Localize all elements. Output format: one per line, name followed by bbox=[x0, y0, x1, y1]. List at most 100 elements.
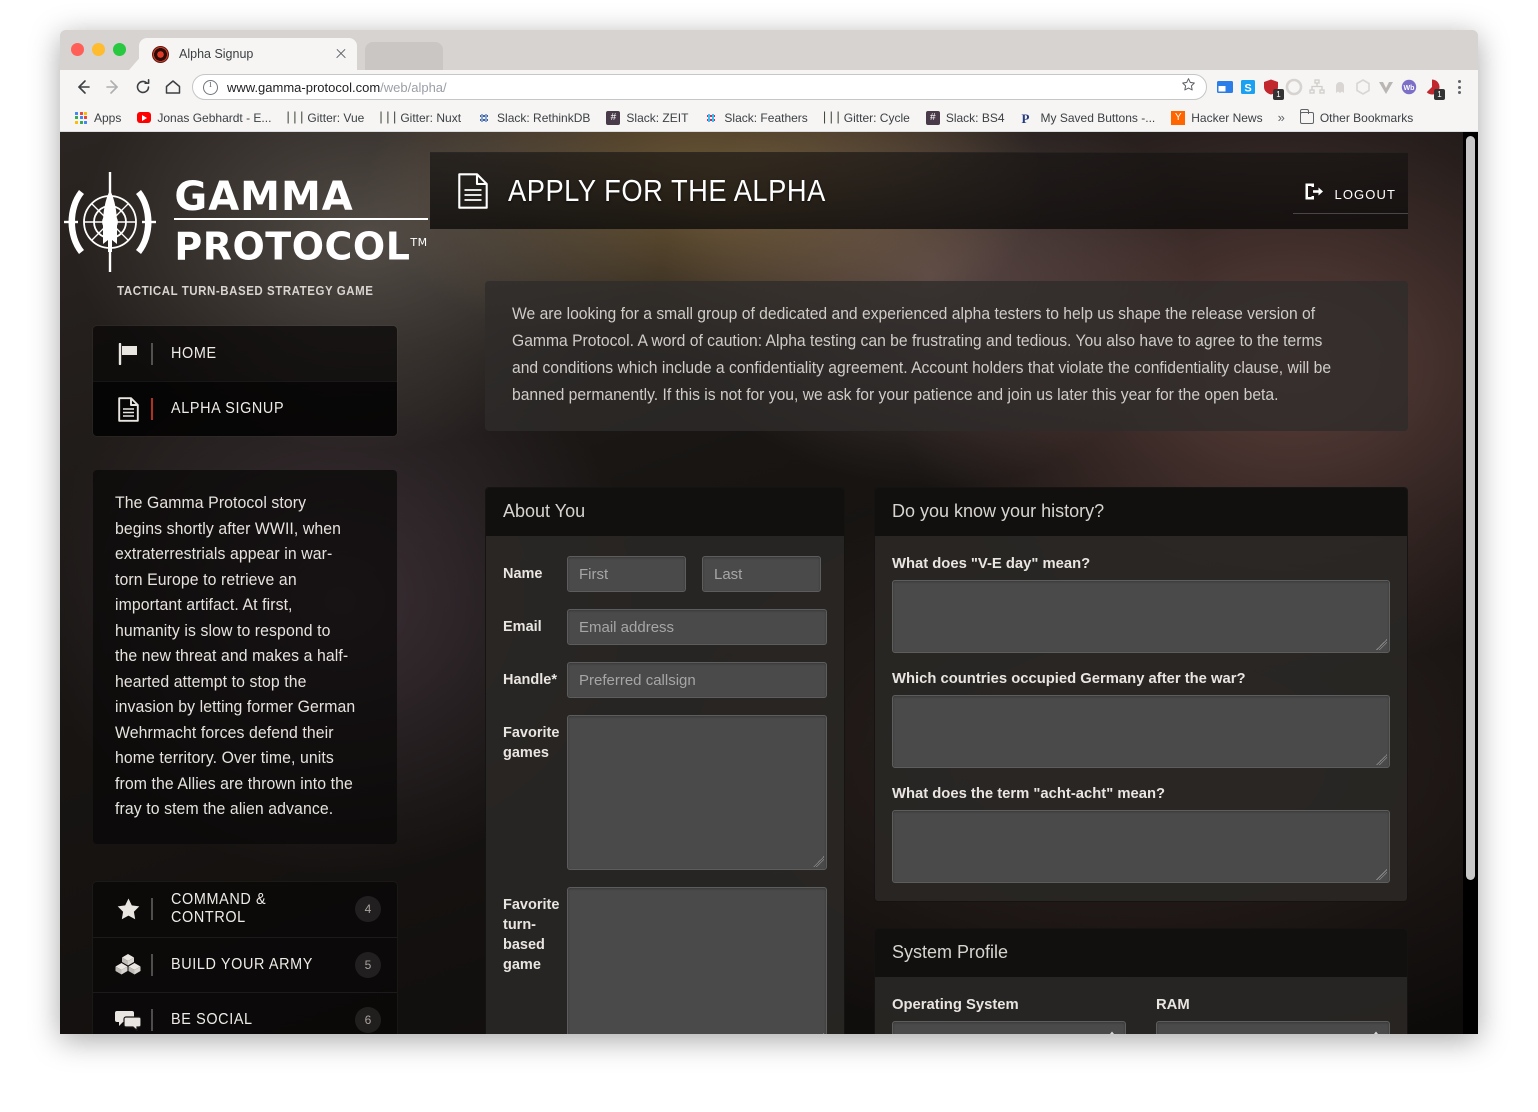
operating-system-select[interactable] bbox=[892, 1021, 1126, 1034]
about-you-panel: About You Name E bbox=[485, 487, 845, 1034]
bookmark-label: Other Bookmarks bbox=[1319, 110, 1414, 125]
sidebar-item-label: HOME bbox=[171, 344, 217, 362]
logout-button[interactable]: LOGOUT bbox=[1292, 177, 1408, 214]
name-row: Name bbox=[503, 556, 827, 592]
favorite-games-label: Favorite games bbox=[503, 725, 560, 761]
extension-hexagon-icon[interactable] bbox=[1353, 77, 1373, 97]
bookmark-my-saved-buttons[interactable]: P My Saved Buttons -... bbox=[1013, 107, 1164, 129]
reload-button[interactable] bbox=[128, 73, 158, 101]
sidebar-item-command-control[interactable]: COMMAND & CONTROL 4 bbox=[93, 882, 397, 937]
bookmark-other-bookmarks[interactable]: Other Bookmarks bbox=[1292, 107, 1421, 129]
operating-system-label: Operating System bbox=[892, 997, 1019, 1013]
bookmark-label: Gitter: Cycle bbox=[843, 110, 910, 125]
extension-ghost-icon[interactable] bbox=[1330, 77, 1350, 97]
browser-menu-button[interactable] bbox=[1448, 75, 1470, 99]
slack-icon bbox=[704, 111, 718, 125]
page-title: APPLY FOR THE ALPHA bbox=[508, 173, 826, 208]
page-scrollbar[interactable] bbox=[1463, 132, 1478, 1034]
history-answer-2-textarea[interactable] bbox=[892, 695, 1390, 768]
slack-icon bbox=[477, 111, 491, 125]
close-window-button[interactable] bbox=[71, 43, 84, 56]
extension-wb-icon[interactable]: Wb bbox=[1399, 77, 1419, 97]
extension-badge-count-2: 1 bbox=[1434, 89, 1445, 100]
gitter-icon: ||| bbox=[284, 110, 305, 125]
paypal-icon: P bbox=[1021, 110, 1030, 126]
ram-select[interactable] bbox=[1156, 1021, 1390, 1034]
sidebar-item-be-social[interactable]: BE SOCIAL 6 bbox=[93, 991, 397, 1035]
logout-label: LOGOUT bbox=[1334, 186, 1396, 202]
new-tab-placeholder[interactable] bbox=[365, 42, 443, 70]
last-name-input[interactable] bbox=[702, 556, 821, 592]
browser-tab-alpha-signup[interactable]: Alpha Signup bbox=[139, 38, 357, 70]
sidebar-item-badge: 5 bbox=[355, 951, 381, 978]
forward-button[interactable] bbox=[98, 73, 128, 101]
favorite-games-textarea[interactable] bbox=[567, 715, 827, 870]
favorite-turn-based-row: Favorite turn-based game bbox=[503, 887, 827, 1034]
email-input[interactable] bbox=[567, 609, 827, 645]
folder-icon bbox=[1299, 108, 1314, 125]
bookmark-hacker-news[interactable]: Y Hacker News bbox=[1163, 107, 1270, 129]
bookmark-slack-zeit[interactable]: # Slack: ZEIT bbox=[598, 107, 696, 129]
svg-text:S: S bbox=[1244, 83, 1251, 95]
extension-vuejs-icon[interactable] bbox=[1376, 77, 1396, 97]
scrollbar-thumb[interactable] bbox=[1466, 136, 1475, 880]
close-tab-icon[interactable] bbox=[333, 46, 349, 62]
first-name-input[interactable] bbox=[567, 556, 686, 592]
sidebar-item-build-your-army[interactable]: BUILD YOUR ARMY 5 bbox=[93, 936, 397, 992]
gamma-protocol-page: GAMMA PROTOCOLTM TACTICAL TURN-BASED STR… bbox=[60, 132, 1463, 1034]
sidebar-item-home[interactable]: HOME bbox=[93, 326, 397, 381]
history-question-2: Which countries occupied Germany after t… bbox=[892, 671, 1390, 768]
bookmark-gitter-nuxt[interactable]: ||| Gitter: Nuxt bbox=[372, 107, 469, 129]
history-panel: Do you know your history? What does "V-E… bbox=[874, 487, 1408, 902]
window-traffic-lights bbox=[71, 43, 126, 56]
story-panel: The Gamma Protocol story begins shortly … bbox=[93, 470, 397, 844]
nav-separator bbox=[151, 953, 153, 976]
extension-s-icon[interactable]: S bbox=[1238, 77, 1258, 97]
about-you-column: About You Name E bbox=[485, 487, 845, 1034]
maximize-window-button[interactable] bbox=[113, 43, 126, 56]
site-info-icon[interactable] bbox=[203, 79, 218, 95]
email-row: Email bbox=[503, 609, 827, 645]
bookmark-slack-feathers[interactable]: Slack: Feathers bbox=[696, 107, 815, 129]
bookmark-label: Slack: RethinkDB bbox=[497, 110, 591, 125]
handle-input[interactable] bbox=[567, 662, 827, 698]
brand-tagline: TACTICAL TURN-BASED STRATEGY GAME bbox=[116, 284, 374, 298]
brand-name-line2: PROTOCOLTM bbox=[174, 218, 428, 268]
url-text: www.gamma-protocol.com/web/alpha/ bbox=[227, 80, 447, 95]
bookmark-slack-rethinkdb[interactable]: Slack: RethinkDB bbox=[469, 107, 598, 129]
extension-shield-icon[interactable]: 1 bbox=[1261, 77, 1284, 100]
history-question-label: What does "V-E day" mean? bbox=[892, 556, 1091, 572]
browser-toolbar: www.gamma-protocol.com/web/alpha/ S 1 bbox=[60, 70, 1478, 104]
address-bar[interactable]: www.gamma-protocol.com/web/alpha/ bbox=[192, 74, 1207, 100]
favorite-turn-based-textarea[interactable] bbox=[567, 887, 827, 1034]
extension-red-badge-icon[interactable]: 1 bbox=[1422, 77, 1445, 100]
favorite-games-row: Favorite games bbox=[503, 715, 827, 870]
handle-row: Handle* bbox=[503, 662, 827, 698]
minimize-window-button[interactable] bbox=[92, 43, 105, 56]
extension-badge-count: 1 bbox=[1273, 89, 1284, 100]
bookmarks-overflow-button[interactable]: » bbox=[1271, 110, 1292, 125]
bookmark-label: Apps bbox=[94, 110, 122, 125]
extension-sitemap-icon[interactable] bbox=[1307, 77, 1327, 97]
history-answer-3-textarea[interactable] bbox=[892, 810, 1390, 883]
bookmark-jonas-gebhardt[interactable]: Jonas Gebhardt - E... bbox=[129, 107, 279, 129]
history-panel-title: Do you know your history? bbox=[875, 488, 1407, 536]
system-profile-panel-body: Operating System RAM bbox=[875, 977, 1407, 1034]
sidebar-item-alpha-signup[interactable]: ALPHA SIGNUP bbox=[93, 381, 397, 436]
nav-separator-active bbox=[151, 398, 153, 420]
back-button[interactable] bbox=[68, 73, 98, 101]
extension-icons: S 1 Wb 1 bbox=[1213, 75, 1470, 100]
operating-system-field: Operating System bbox=[892, 997, 1126, 1034]
bookmark-gitter-cycle[interactable]: ||| Gitter: Cycle bbox=[816, 107, 918, 129]
bookmark-slack-bs4[interactable]: # Slack: BS4 bbox=[918, 107, 1013, 129]
extension-circle-icon[interactable] bbox=[1284, 77, 1304, 97]
tab-strip: Alpha Signup bbox=[60, 30, 1478, 70]
bookmark-label: Slack: ZEIT bbox=[626, 110, 689, 125]
bookmark-gitter-vue[interactable]: ||| Gitter: Vue bbox=[279, 107, 372, 129]
history-answer-1-textarea[interactable] bbox=[892, 580, 1390, 653]
bookmark-apps[interactable]: Apps bbox=[66, 107, 129, 129]
form-columns: About You Name E bbox=[485, 487, 1408, 1034]
extension-window-icon[interactable] bbox=[1215, 77, 1235, 97]
home-button[interactable] bbox=[158, 73, 188, 101]
bookmark-star-icon[interactable] bbox=[1181, 77, 1196, 97]
